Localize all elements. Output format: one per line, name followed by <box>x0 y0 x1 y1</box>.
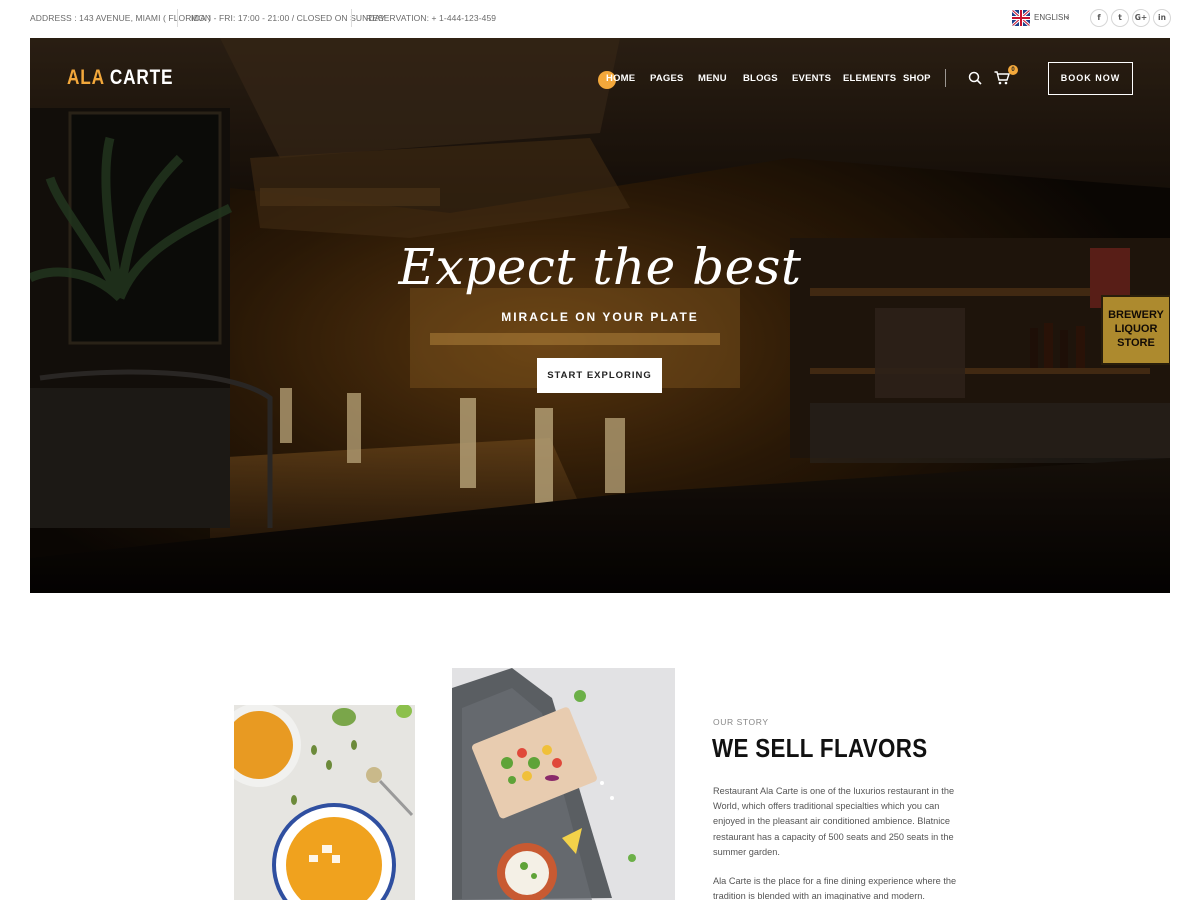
soup-photo <box>234 705 415 900</box>
cart-icon[interactable] <box>994 71 1010 90</box>
logo-second-word: CARTE <box>109 66 174 89</box>
nav-menu[interactable]: MENU <box>698 73 727 84</box>
address-text: ADDRESS : 143 AVENUE, MIAMI ( FLORIDA ) <box>30 13 211 23</box>
nav-divider <box>945 69 946 87</box>
divider <box>351 9 352 27</box>
hero-banner: BREWERY LIQUOR STORE ALA CARTE HOME PAGE… <box>30 38 1170 593</box>
start-exploring-button[interactable]: START EXPLORING <box>537 358 662 393</box>
nav-pages[interactable]: PAGES <box>650 73 684 84</box>
nav-blogs[interactable]: BLOGS <box>743 73 778 84</box>
twitter-icon[interactable]: t <box>1111 9 1129 27</box>
book-now-button[interactable]: BOOK NOW <box>1048 62 1133 95</box>
story-title: WE SELL FLAVORS <box>712 733 928 763</box>
facebook-icon[interactable]: f <box>1090 9 1108 27</box>
linkedin-icon[interactable]: in <box>1153 9 1171 27</box>
chevron-down-icon[interactable]: ⌄ <box>1064 12 1071 21</box>
logo[interactable]: ALA CARTE <box>67 66 173 90</box>
story-paragraph-1: Restaurant Ala Carte is one of the luxur… <box>713 786 955 857</box>
reservation-text: RESERVATION: + 1-444-123-459 <box>366 13 497 23</box>
story-kicker: OUR STORY <box>713 717 769 727</box>
nav-shop[interactable]: SHOP <box>903 73 931 84</box>
search-icon[interactable] <box>968 71 982 90</box>
google-plus-icon[interactable]: G+ <box>1132 9 1150 27</box>
story-paragraph-2: Ala Carte is the place for a fine dining… <box>713 876 957 900</box>
salad-photo <box>452 668 675 900</box>
logo-first-word: ALA <box>67 66 105 89</box>
hero-headline: Expect the best <box>398 238 802 296</box>
divider <box>177 9 178 27</box>
nav-elements[interactable]: ELEMENTS <box>843 73 896 84</box>
hours-text: MON - FRI: 17:00 - 21:00 / CLOSED ON SUN… <box>191 13 386 23</box>
cart-count-badge: 0 <box>1008 65 1018 75</box>
hero-subline: MIRACLE ON YOUR PLATE <box>501 310 699 324</box>
nav-events[interactable]: EVENTS <box>792 73 831 84</box>
uk-flag-icon[interactable] <box>1012 10 1030 26</box>
nav-home[interactable]: HOME <box>606 73 635 84</box>
top-bar: ADDRESS : 143 AVENUE, MIAMI ( FLORIDA ) … <box>0 0 1200 37</box>
